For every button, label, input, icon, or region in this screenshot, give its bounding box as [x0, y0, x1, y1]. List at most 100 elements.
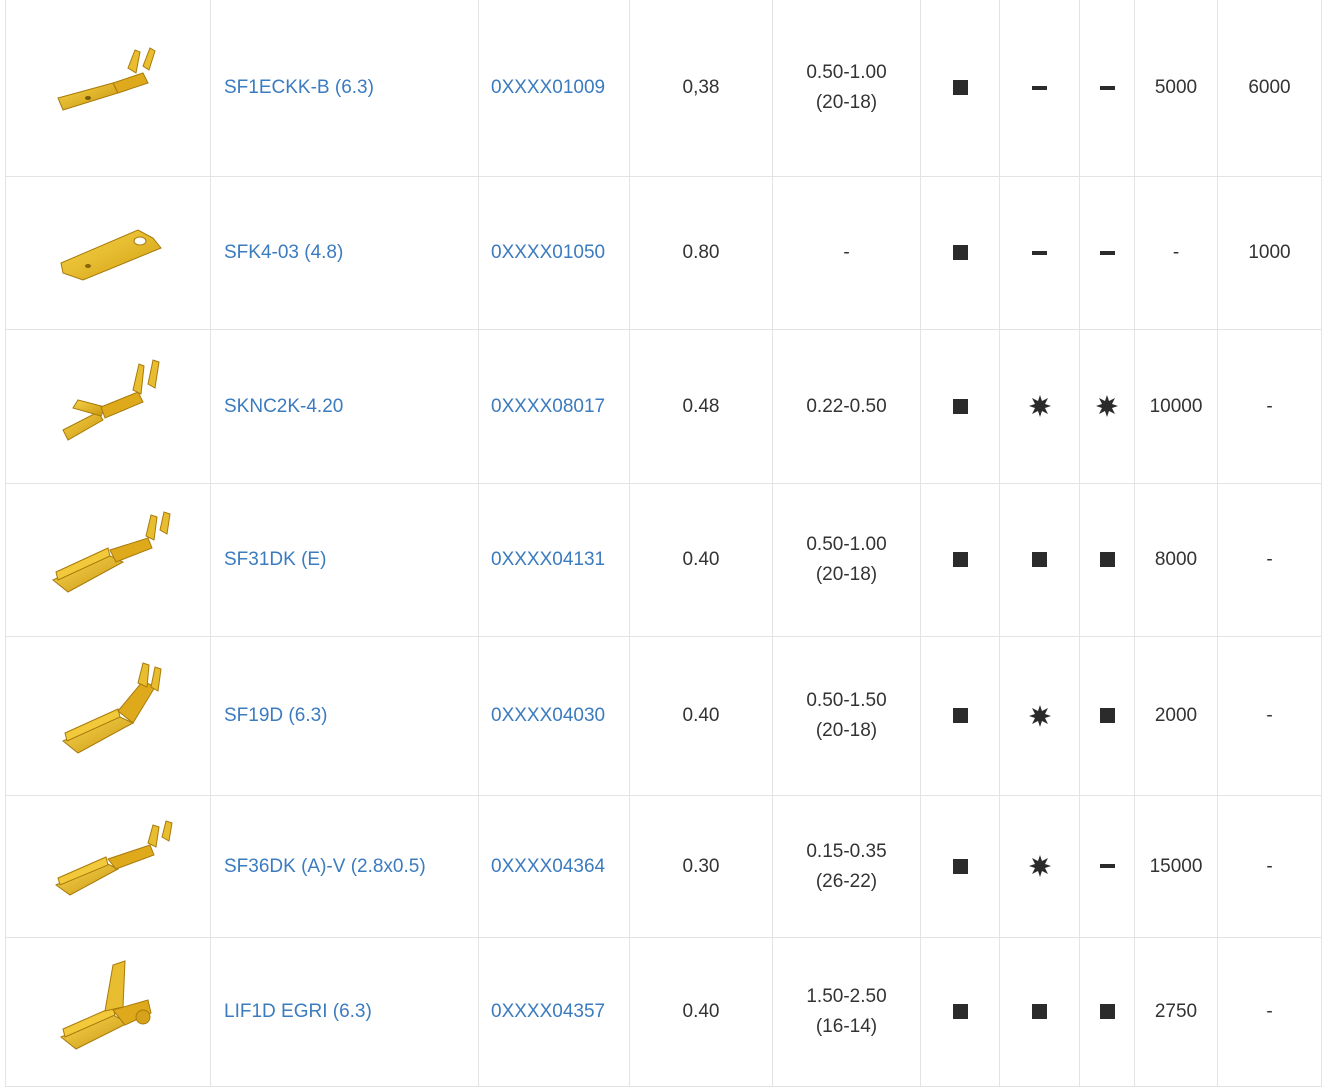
thickness-cell: 0.30	[629, 795, 773, 938]
product-code-link[interactable]: 0XXXX04131	[491, 549, 605, 570]
product-code-cell: 0XXXX04364	[478, 795, 630, 938]
product-image-cell	[5, 795, 211, 938]
wire-range-cell: 0.50-1.50 (20-18)	[772, 636, 921, 796]
feature-3-cell	[1079, 329, 1135, 484]
feature-2-cell	[999, 176, 1080, 330]
thickness-cell: 0.40	[629, 636, 773, 796]
product-code-cell: 0XXXX04357	[478, 937, 630, 1087]
filled-square-icon	[1099, 552, 1115, 568]
product-code-cell: 0XXXX01050	[478, 176, 630, 330]
dash-icon	[1032, 85, 1047, 90]
quantity-2-value: -	[1266, 705, 1273, 726]
wire-range-cell: 0.50-1.00 (20-18)	[772, 483, 921, 637]
product-code-link[interactable]: 0XXXX04357	[491, 1001, 605, 1022]
filled-square-icon	[952, 245, 968, 261]
feature-2-cell	[999, 636, 1080, 796]
product-name-link[interactable]: SF1ECKK-B (6.3)	[224, 77, 374, 98]
thickness-value: 0.40	[682, 705, 720, 726]
terminal-fork-icon[interactable]	[6, 352, 210, 462]
quantity-1-value: 8000	[1154, 549, 1198, 570]
thickness-cell: 0.40	[629, 483, 773, 637]
feature-1-cell	[920, 176, 1000, 330]
quantity-2-cell: -	[1217, 483, 1322, 637]
feature-3-cell	[1079, 0, 1135, 177]
terminal-female-small-icon[interactable]	[6, 817, 210, 917]
feature-3-cell	[1079, 795, 1135, 938]
starburst-icon	[1028, 855, 1051, 878]
product-table: SF1ECKK-B (6.3) 0XXXX01009 0,38 0.50-1.0…	[5, 0, 1322, 1087]
starburst-icon	[1028, 395, 1051, 418]
product-code-link[interactable]: 0XXXX08017	[491, 396, 605, 417]
filled-square-icon	[952, 858, 968, 874]
product-code-link[interactable]: 0XXXX04364	[491, 856, 605, 877]
quantity-1-value: 2750	[1154, 1001, 1198, 1022]
wire-range-mm: 1.50-2.50	[806, 986, 887, 1007]
feature-1-cell	[920, 937, 1000, 1087]
product-name-link[interactable]: SF36DK (A)-V (2.8x0.5)	[224, 856, 426, 877]
terminal-female-icon[interactable]	[6, 510, 210, 610]
feature-3-cell	[1079, 636, 1135, 796]
feature-2-cell	[999, 937, 1080, 1087]
thickness-value: 0.40	[682, 549, 720, 570]
wire-range-awg: (26-22)	[815, 870, 878, 892]
wire-range-mm: -	[843, 242, 850, 263]
quantity-2-cell: 6000	[1217, 0, 1322, 177]
feature-1-cell	[920, 636, 1000, 796]
filled-square-icon	[1032, 552, 1047, 568]
quantity-1-cell: 5000	[1134, 0, 1218, 177]
terminal-ecc-icon[interactable]	[6, 38, 210, 138]
product-name-link[interactable]: SKNC2K-4.20	[224, 396, 343, 417]
thickness-value: 0.40	[682, 1001, 720, 1022]
quantity-1-value: 5000	[1154, 77, 1198, 98]
feature-2-cell	[999, 329, 1080, 484]
wire-range-mm: 0.50-1.00	[806, 534, 887, 555]
terminal-flat-tab-icon[interactable]	[6, 208, 210, 298]
feature-3-cell	[1079, 176, 1135, 330]
starburst-icon	[1028, 704, 1051, 727]
product-code-link[interactable]: 0XXXX04030	[491, 705, 605, 726]
quantity-1-value: 15000	[1149, 855, 1203, 877]
terminal-female-flag-icon[interactable]	[6, 661, 210, 771]
wire-range-awg: (20-18)	[815, 564, 878, 585]
product-name-link[interactable]: SF31DK (E)	[224, 549, 326, 570]
product-name-cell: SFK4-03 (4.8)	[210, 176, 479, 330]
product-code-link[interactable]: 0XXXX01050	[491, 242, 605, 263]
wire-range-awg: (16-14)	[815, 1016, 878, 1037]
product-code-cell: 0XXXX08017	[478, 329, 630, 484]
filled-square-icon	[952, 708, 968, 724]
product-name-cell: SF36DK (A)-V (2.8x0.5)	[210, 795, 479, 938]
terminal-female-flag-large-icon[interactable]	[6, 955, 210, 1070]
product-name-link[interactable]: LIF1D EGRI (6.3)	[224, 1001, 372, 1022]
quantity-2-value: -	[1266, 395, 1273, 417]
quantity-2-value: 1000	[1248, 242, 1291, 263]
wire-range-awg: (20-18)	[815, 92, 878, 113]
thickness-cell: 0,38	[629, 0, 773, 177]
dash-icon	[1032, 250, 1047, 255]
table-row: SF36DK (A)-V (2.8x0.5) 0XXXX04364 0.30 0…	[5, 795, 1322, 938]
feature-2-cell	[999, 483, 1080, 637]
wire-range-mm: 0.50-1.00	[806, 62, 887, 83]
feature-1-cell	[920, 329, 1000, 484]
quantity-1-cell: 2000	[1134, 636, 1218, 796]
product-code-link[interactable]: 0XXXX01009	[491, 77, 605, 98]
filled-square-icon	[1099, 708, 1115, 724]
feature-3-cell	[1079, 937, 1135, 1087]
product-name-link[interactable]: SFK4-03 (4.8)	[224, 242, 343, 263]
quantity-2-cell: -	[1217, 795, 1322, 938]
table-row: SKNC2K-4.20 0XXXX08017 0.48 0.22-0.50 10…	[5, 329, 1322, 484]
quantity-2-value: -	[1266, 855, 1273, 877]
filled-square-icon	[1032, 1004, 1047, 1020]
table-row: SF31DK (E) 0XXXX04131 0.40 0.50-1.00 (20-…	[5, 483, 1322, 637]
product-image-cell	[5, 937, 211, 1087]
product-name-link[interactable]: SF19D (6.3)	[224, 705, 327, 726]
filled-square-icon	[952, 552, 968, 568]
thickness-cell: 0.80	[629, 176, 773, 330]
feature-2-cell	[999, 795, 1080, 938]
wire-range-mm: 0.22-0.50	[806, 395, 887, 417]
product-image-cell	[5, 329, 211, 484]
quantity-2-value: -	[1266, 1001, 1273, 1022]
quantity-1-cell: -	[1134, 176, 1218, 330]
quantity-1-value: 10000	[1149, 395, 1203, 417]
product-code-cell: 0XXXX04131	[478, 483, 630, 637]
thickness-cell: 0.48	[629, 329, 773, 484]
